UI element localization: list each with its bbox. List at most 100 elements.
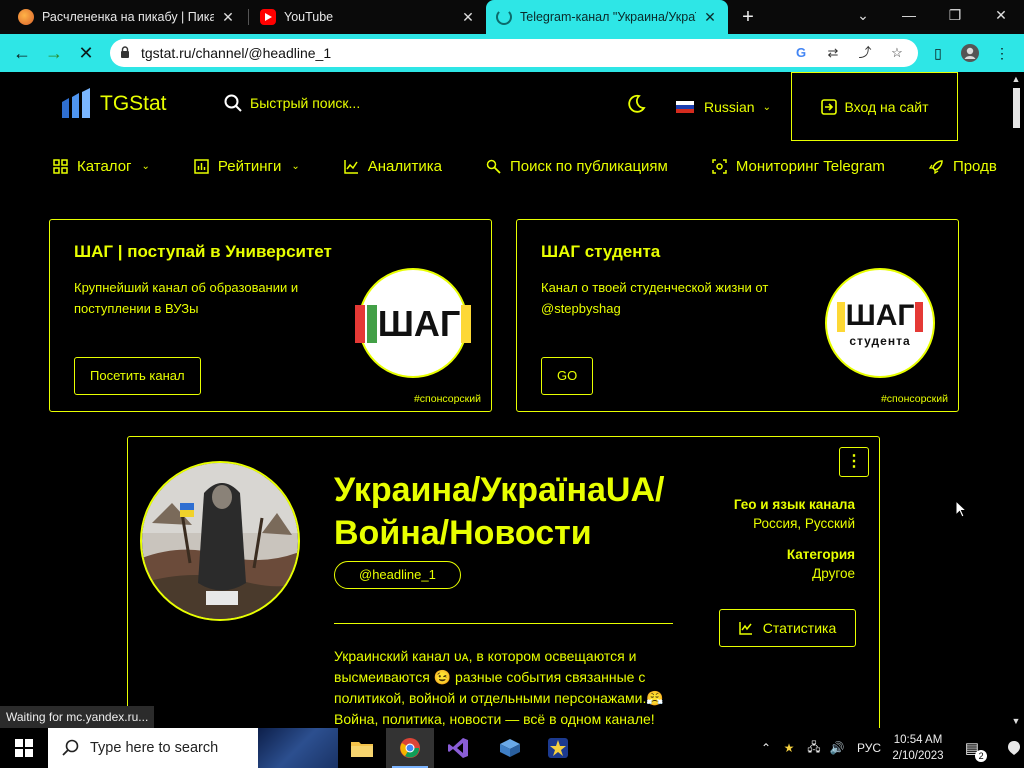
scroll-down-icon[interactable]: ▼	[1011, 716, 1021, 726]
address-bar: ← → ✕ tgstat.ru/channel/@headline_1 G ⇄ …	[0, 34, 1024, 72]
system-clock[interactable]: 10:54 AM 2/10/2023	[884, 732, 952, 764]
sponsored-tag: #спонсорский	[413, 393, 481, 405]
app-icon-star[interactable]	[534, 728, 582, 768]
new-tab-button[interactable]: +	[737, 3, 759, 31]
visit-channel-button[interactable]: Посетить канал	[74, 357, 201, 395]
url-text: tgstat.ru/channel/@headline_1	[141, 45, 332, 61]
forward-icon[interactable]: →	[42, 41, 66, 65]
statistics-button[interactable]: Статистика	[719, 609, 856, 647]
show-hidden-icons-chevron-icon[interactable]: ⌃	[756, 728, 776, 768]
pikabu-icon	[18, 9, 34, 25]
geo-label: Гео и язык канала	[733, 497, 855, 512]
clock-time: 10:54 AM	[893, 734, 943, 746]
channel-description: Украинский канал ᴜᴀ, в котором освещаютс…	[334, 648, 664, 727]
show-desktop-icon[interactable]	[1004, 728, 1024, 768]
url-field[interactable]: tgstat.ru/channel/@headline_1 G ⇄ ⤴ ☆	[110, 39, 918, 67]
channel-handle-badge[interactable]: @headline_1	[334, 561, 461, 589]
russia-flag-icon	[676, 101, 694, 113]
menu-item-analytics[interactable]: Аналитика	[344, 158, 442, 175]
channel-category: Категория Другое	[787, 547, 855, 581]
share-icon[interactable]: ⤴	[857, 45, 873, 61]
language-label: Russian	[704, 99, 755, 115]
monitor-icon	[712, 159, 727, 174]
start-button[interactable]	[0, 728, 48, 768]
taskbar-search-placeholder: Type here to search	[90, 740, 219, 756]
file-explorer-icon[interactable]	[338, 728, 386, 768]
loading-spinner-icon	[496, 9, 512, 25]
main-menu: Каталог ⌄ Рейтинги ⌄ Аналитика Поиск по …	[53, 158, 1024, 175]
input-language-indicator[interactable]: РУС	[854, 728, 884, 768]
promo-card-student: ШАГ студента Канал о твоей студенческой …	[516, 219, 959, 412]
chevron-down-icon: ⌄	[762, 101, 771, 113]
network-icon[interactable]: 🖧	[802, 728, 826, 768]
chevron-down-icon: ⌄	[141, 161, 150, 172]
shag-logo-letters: ШАГ	[836, 298, 925, 332]
chrome-icon[interactable]	[386, 728, 434, 768]
taskbar-search-box[interactable]: Type here to search	[48, 728, 338, 768]
language-selector[interactable]: Russian ⌄	[676, 99, 771, 115]
dark-mode-moon-icon[interactable]	[626, 94, 646, 114]
close-icon[interactable]: ✕	[702, 9, 718, 26]
stop-loading-icon[interactable]: ✕	[74, 41, 98, 65]
minimize-icon[interactable]: —	[886, 0, 932, 30]
shag-logo-letters: ШАГ	[354, 303, 473, 343]
tab-separator	[248, 9, 249, 25]
tgstat-logo[interactable]: TGStat	[60, 88, 167, 120]
divider	[334, 623, 673, 624]
more-options-icon[interactable]: ⋮	[839, 447, 869, 477]
category-value[interactable]: Другое	[787, 566, 855, 581]
menu-item-monitoring[interactable]: Мониторинг Telegram	[712, 158, 885, 175]
channel-title: Украина/УкраїнаUA/ Война/Новости	[334, 471, 665, 552]
shag-logo-subtitle: студента	[849, 334, 911, 348]
back-icon[interactable]: ←	[10, 41, 34, 65]
shag-student-logo-image[interactable]: ШАГ студента	[825, 268, 935, 378]
close-icon[interactable]: ✕	[220, 9, 236, 26]
login-button[interactable]: Вход на сайт	[791, 72, 958, 141]
search-icon	[224, 94, 242, 112]
menu-item-catalog[interactable]: Каталог ⌄	[53, 158, 150, 175]
logo-text: TGStat	[100, 92, 167, 115]
shag-logo-image[interactable]: ШАГ	[354, 268, 472, 378]
menu-item-ratings[interactable]: Рейтинги ⌄	[194, 158, 300, 175]
window-close-icon[interactable]: ✕	[978, 0, 1024, 30]
scroll-thumb[interactable]	[1013, 88, 1020, 128]
youtube-icon	[260, 9, 276, 25]
search-highlight-image	[258, 728, 338, 768]
menu-item-promotion[interactable]: Продв	[928, 158, 997, 175]
tab-youtube[interactable]: YouTube ✕	[250, 0, 486, 34]
rocket-icon	[928, 160, 943, 174]
volume-icon[interactable]: 🔊	[826, 728, 848, 768]
tray-app-icon[interactable]: ★	[778, 728, 800, 768]
menu-item-post-search[interactable]: Поиск по публикациям	[486, 158, 668, 175]
bookmark-star-icon[interactable]: ☆	[889, 45, 905, 61]
screen: Расчлененка на пикабу | Пикаб ✕ YouTube …	[0, 0, 1024, 768]
grid-icon	[53, 159, 68, 174]
tab-tgstat[interactable]: Telegram-канал "Украина/Украї ✕	[486, 0, 728, 34]
search-icon	[486, 159, 501, 174]
promo-title: ШАГ | поступай в Университет	[74, 242, 332, 261]
visual-studio-icon[interactable]	[434, 728, 482, 768]
scroll-up-icon[interactable]: ▲	[1011, 74, 1021, 84]
app-icon-blue[interactable]	[486, 728, 534, 768]
notifications-icon[interactable]: ▤ 2	[958, 728, 988, 768]
restore-icon[interactable]: ❐	[932, 0, 978, 30]
clock-date: 2/10/2023	[892, 750, 944, 762]
browser-menu-icon[interactable]: ⋮	[992, 43, 1012, 63]
google-lens-icon[interactable]: G	[793, 45, 809, 61]
page-scrollbar[interactable]: ▲ ▼	[1007, 72, 1024, 728]
browser-status-bar: Waiting for mc.yandex.ru...	[0, 706, 155, 728]
geo-value: Россия, Русский	[753, 516, 855, 531]
sponsored-tag: #спонсорский	[880, 393, 948, 405]
go-button[interactable]: GO	[541, 357, 594, 395]
side-panel-icon[interactable]: ▯	[928, 43, 948, 63]
quick-search[interactable]: Быстрый поиск...	[224, 94, 360, 112]
chevron-down-icon: ⌄	[291, 161, 300, 172]
channel-avatar	[140, 461, 300, 621]
login-label: Вход на сайт	[844, 98, 929, 115]
close-icon[interactable]: ✕	[460, 9, 476, 26]
tab-pikabu[interactable]: Расчлененка на пикабу | Пикаб ✕	[8, 0, 246, 34]
profile-avatar-icon[interactable]	[960, 43, 980, 63]
translate-icon[interactable]: ⇄	[825, 45, 841, 61]
windows-taskbar: Type here to search ⌃ ★ 🖧 🔊 РУС 10:54 AM…	[0, 728, 1024, 768]
tab-search-icon[interactable]: ⌄	[840, 0, 886, 30]
